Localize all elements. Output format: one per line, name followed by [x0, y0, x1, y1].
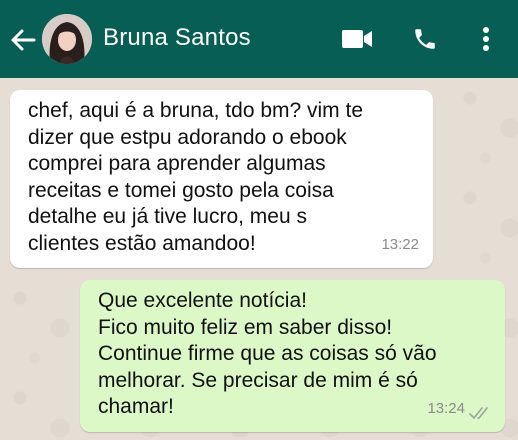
chat-header: Bruna Santos	[0, 0, 518, 78]
incoming-message[interactable]: chef, aqui é a bruna, tdo bm? vim te diz…	[10, 90, 433, 268]
double-check-icon	[469, 407, 488, 419]
message-time: 13:22	[381, 235, 419, 253]
more-vert-icon	[483, 27, 489, 51]
contact-photo	[42, 14, 92, 64]
back-button[interactable]	[8, 25, 38, 55]
voice-call-button[interactable]	[410, 24, 440, 54]
voice-call-icon	[415, 29, 435, 49]
contact-name[interactable]: Bruna Santos	[103, 24, 251, 52]
video-call-icon	[342, 30, 372, 48]
outgoing-message[interactable]: Que excelente notícia! Fico muito feliz …	[80, 280, 505, 432]
video-call-button[interactable]	[340, 24, 374, 54]
message-time: 13:24	[427, 399, 465, 417]
message-text: chef, aqui é a bruna, tdo bm? vim te diz…	[28, 99, 364, 255]
avatar[interactable]	[42, 14, 92, 64]
more-options-button[interactable]	[478, 24, 494, 54]
arrow-left-icon	[11, 29, 36, 51]
